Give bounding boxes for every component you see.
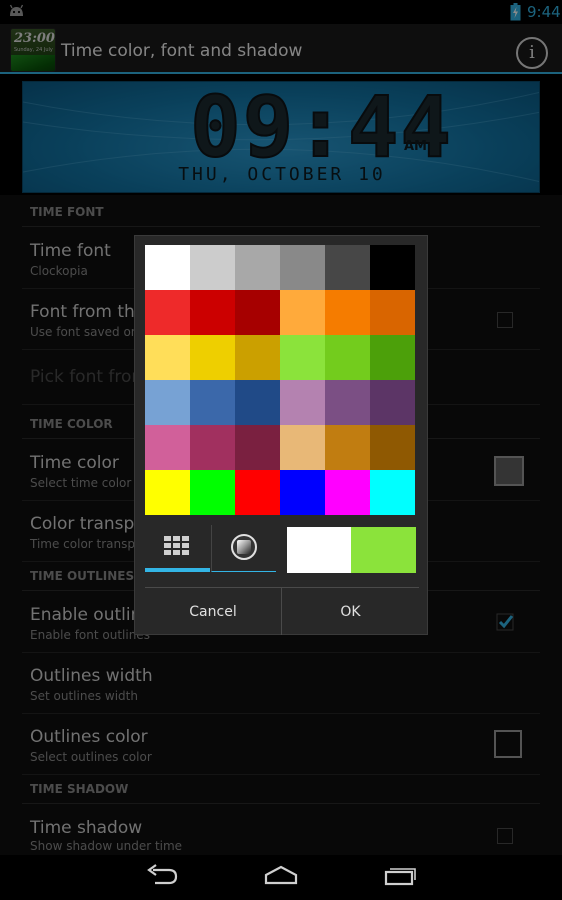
- color-swatch[interactable]: [370, 335, 415, 380]
- color-swatch[interactable]: [280, 245, 325, 290]
- color-swatch[interactable]: [370, 290, 415, 335]
- color-picker-dialog: Cancel OK: [134, 235, 428, 635]
- color-swatch[interactable]: [370, 245, 415, 290]
- color-swatch[interactable]: [190, 425, 235, 470]
- pref-title: Outlines width: [30, 666, 153, 686]
- pref-title: Time color: [30, 453, 119, 473]
- pref-title: Color transpa: [30, 514, 145, 534]
- color-swatch[interactable]: [190, 470, 235, 515]
- color-swatch[interactable]: [280, 290, 325, 335]
- outlines-color-swatch[interactable]: [494, 730, 522, 758]
- color-swatch[interactable]: [325, 380, 370, 425]
- clock-preview: 09:44 AM THU, OCTOBER 10: [22, 81, 540, 193]
- color-swatch[interactable]: [325, 425, 370, 470]
- preview-ampm: AM: [404, 139, 427, 154]
- color-swatch[interactable]: [325, 245, 370, 290]
- navigation-bar: [0, 856, 562, 900]
- color-swatch[interactable]: [145, 290, 190, 335]
- tab-gradient[interactable]: [211, 525, 276, 572]
- battery-charging-icon: [510, 3, 521, 21]
- color-swatch[interactable]: [370, 425, 415, 470]
- color-swatch[interactable]: [235, 470, 280, 515]
- pref-summary: Show shadow under time: [30, 839, 183, 853]
- color-swatch[interactable]: [280, 380, 325, 425]
- color-swatch[interactable]: [325, 335, 370, 380]
- preview-date: THU, OCTOBER 10: [178, 164, 386, 185]
- pref-title: Pick font from: [30, 367, 148, 387]
- pref-summary: Select outlines color: [30, 750, 152, 764]
- color-swatch[interactable]: [235, 425, 280, 470]
- back-icon[interactable]: [145, 864, 179, 886]
- color-swatch[interactable]: [370, 470, 415, 515]
- color-swatch[interactable]: [370, 380, 415, 425]
- color-swatch[interactable]: [280, 335, 325, 380]
- color-palette-grid: [145, 245, 416, 516]
- color-swatch[interactable]: [325, 470, 370, 515]
- checkmark-icon[interactable]: [496, 613, 516, 633]
- page-title: Time color, font and shadow: [61, 41, 303, 61]
- home-icon[interactable]: [264, 864, 298, 886]
- android-icon: [9, 4, 24, 16]
- color-swatch[interactable]: [145, 335, 190, 380]
- color-swatch[interactable]: [235, 290, 280, 335]
- color-swatch[interactable]: [145, 425, 190, 470]
- time-color-swatch[interactable]: [494, 456, 524, 486]
- palette-grid-icon: [164, 536, 191, 557]
- color-swatch[interactable]: [145, 380, 190, 425]
- category-time-shadow: TIME SHADOW: [22, 782, 540, 804]
- new-color-preview: [351, 527, 416, 573]
- pref-summary: Time color transp: [30, 537, 136, 551]
- category-time-font: TIME FONT: [22, 205, 540, 227]
- color-swatch[interactable]: [145, 470, 190, 515]
- time-shadow-checkbox[interactable]: [497, 828, 513, 844]
- pref-summary: Use font saved on: [30, 325, 139, 339]
- pref-outlines-width[interactable]: Outlines width Set outlines width: [22, 654, 540, 714]
- color-swatch[interactable]: [190, 380, 235, 425]
- app-icon-wave: [11, 55, 55, 71]
- pref-summary: Select time color: [30, 476, 132, 490]
- gradient-picker-icon: [231, 534, 257, 560]
- pref-summary: Clockopia: [30, 264, 88, 278]
- color-swatch[interactable]: [235, 245, 280, 290]
- ok-button[interactable]: OK: [281, 588, 419, 635]
- pref-summary: Enable font outlines: [30, 628, 150, 642]
- color-swatch[interactable]: [235, 380, 280, 425]
- status-bar: 9:44: [0, 0, 562, 24]
- tab-palette[interactable]: [145, 525, 210, 572]
- pref-summary: Set outlines width: [30, 689, 138, 703]
- color-swatch[interactable]: [325, 290, 370, 335]
- pref-time-shadow[interactable]: Time shadow Show shadow under time: [22, 806, 540, 855]
- cancel-button[interactable]: Cancel: [145, 588, 281, 635]
- app-icon[interactable]: 23:00 Sunday, 24 July: [10, 28, 56, 72]
- color-swatch[interactable]: [280, 470, 325, 515]
- color-swatch[interactable]: [190, 290, 235, 335]
- pref-title: Time shadow: [30, 818, 143, 838]
- color-swatch[interactable]: [190, 335, 235, 380]
- info-icon[interactable]: i: [516, 37, 548, 69]
- recent-apps-icon[interactable]: [384, 864, 418, 886]
- app-icon-time: 23:00: [14, 31, 55, 46]
- status-clock: 9:44: [527, 3, 561, 21]
- info-glyph: i: [529, 42, 535, 63]
- color-swatch[interactable]: [280, 425, 325, 470]
- preview-time: 09:44: [189, 81, 453, 177]
- old-color-preview: [287, 527, 351, 573]
- app-icon-date: Sunday, 24 July: [14, 47, 53, 53]
- color-swatch[interactable]: [190, 245, 235, 290]
- font-from-file-checkbox[interactable]: [497, 312, 513, 328]
- pref-title: Outlines color: [30, 727, 148, 747]
- pref-outlines-color[interactable]: Outlines color Select outlines color: [22, 715, 540, 775]
- color-swatch[interactable]: [145, 245, 190, 290]
- action-bar: 23:00 Sunday, 24 July Time color, font a…: [0, 24, 562, 74]
- pref-title: Font from the: [30, 302, 146, 322]
- pref-title: Time font: [30, 241, 111, 261]
- color-swatch[interactable]: [235, 335, 280, 380]
